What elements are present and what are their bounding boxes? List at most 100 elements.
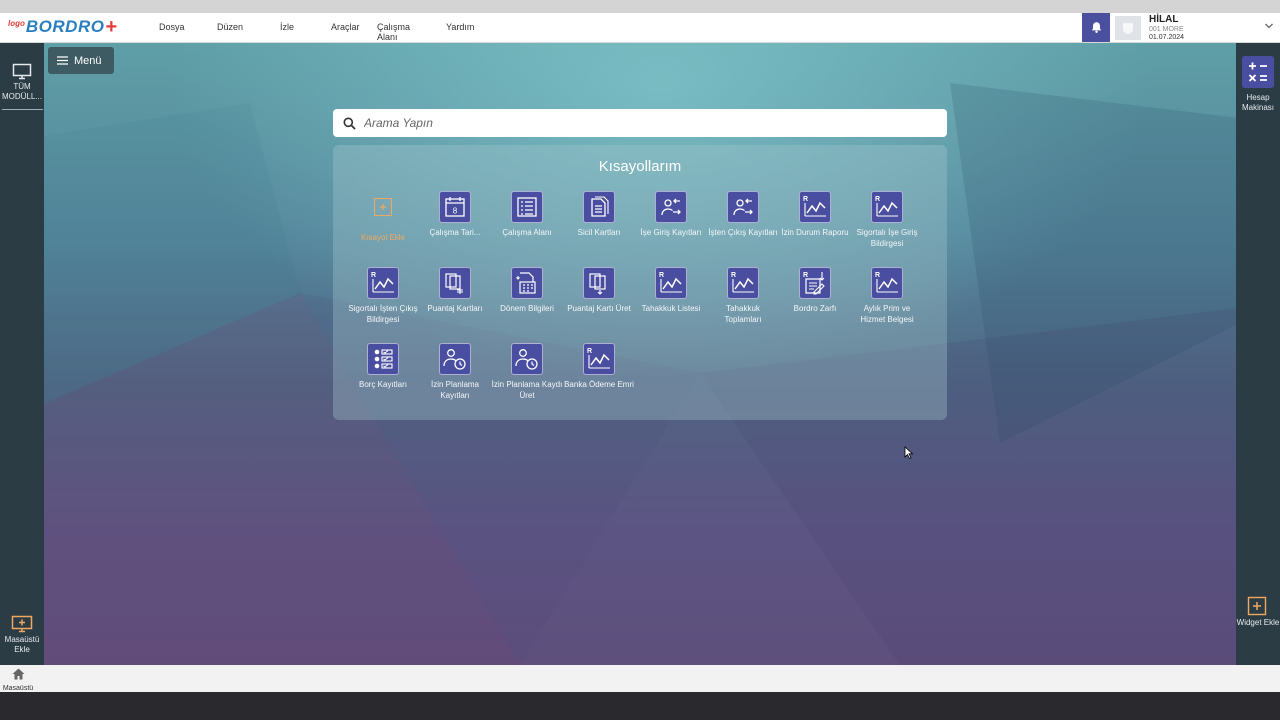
shortcut-bordro-zarfi[interactable]: R Bordro Zarfı <box>779 267 851 314</box>
report-icon: R <box>367 267 399 299</box>
shortcut-donem-bilgileri[interactable]: Dönem Bilgileri <box>491 267 563 314</box>
shortcut-tahakkuk-toplamlari[interactable]: R Tahakkuk Toplamları <box>707 267 779 325</box>
shortcut-label: Puantaj Kartları <box>427 304 483 313</box>
shortcut-label: Çalışma Tari... <box>429 228 481 237</box>
cards-generate-icon <box>583 267 615 299</box>
svg-text:R: R <box>803 272 808 279</box>
shortcut-label: Tahakkuk Toplamları <box>724 304 762 324</box>
calendar-icon: 8 <box>439 191 471 223</box>
person-in-icon <box>655 191 687 223</box>
user-name: HİLAL <box>1149 14 1179 25</box>
shortcut-sigortali-isten-cikis[interactable]: R Sigortalı İşten Çıkış Bildirgesi <box>347 267 419 325</box>
shortcut-izin-durum-raporu[interactable]: R İzin Durum Raporu <box>779 191 851 238</box>
hamburger-icon <box>57 56 68 65</box>
shortcut-label: Çalışma Alanı <box>502 228 552 237</box>
menu-item-izle[interactable]: İzle <box>280 22 294 32</box>
shortcut-puantaj-kartlari[interactable]: Puantaj Kartları <box>419 267 491 314</box>
svg-text:8: 8 <box>453 207 458 216</box>
menu-item-dosya[interactable]: Dosya <box>159 22 185 32</box>
desktop-home-label: Masaüstü <box>2 685 34 692</box>
shortcut-label: Tahakkuk Listesi <box>641 304 701 313</box>
menu-item-yardim[interactable]: Yardım <box>446 22 474 32</box>
search-input[interactable] <box>364 116 924 130</box>
shortcut-sicil-kartlari[interactable]: Sicil Kartları <box>563 191 635 238</box>
search-icon <box>343 117 356 130</box>
shortcuts-panel: Kısayollarım Kısayol Ekle 8 Çalışma Tari… <box>333 145 947 420</box>
shortcut-izin-planlama-kayitlari[interactable]: İzin Planlama Kayıtları <box>419 343 491 401</box>
checklist-icon <box>367 343 399 375</box>
shortcut-label: Aylık Prim ve Hizmet Belgesi <box>860 304 914 324</box>
report-icon: R <box>871 267 903 299</box>
avatar-icon <box>1123 23 1133 34</box>
shortcut-label: İzin Planlama Kayıtları <box>430 380 480 400</box>
shortcut-aylik-prim-hizmet[interactable]: R Aylık Prim ve Hizmet Belgesi <box>851 267 923 325</box>
bottom-taskbar: Masaüstü <box>0 665 1280 692</box>
shortcut-label: Sigortalı İşten Çıkış Bildirgesi <box>348 304 418 324</box>
report-icon: R <box>871 191 903 223</box>
shortcut-label: İzin Durum Raporu <box>781 228 849 237</box>
report-icon: R <box>583 343 615 375</box>
add-shortcut-label: Kısayol Ekle <box>360 233 406 242</box>
add-shortcut-icon <box>367 191 399 223</box>
menu-item-calisma-alani[interactable]: Çalışma Alanı <box>377 22 410 42</box>
report-icon: R <box>727 267 759 299</box>
shortcut-label: Sicil Kartları <box>577 228 621 237</box>
left-sidebar: TÜM MODÜLL... Masaüstü Ekle <box>0 43 44 665</box>
shortcut-calisma-takvimi[interactable]: 8 Çalışma Tari... <box>419 191 491 238</box>
shortcut-sigortali-ise-giris[interactable]: R Sigortalı İşe Giriş Bildirgesi <box>851 191 923 249</box>
menu-item-duzen[interactable]: Düzen <box>217 22 243 32</box>
report-icon: R <box>655 267 687 299</box>
add-shortcut-button[interactable]: Kısayol Ekle <box>347 191 419 243</box>
chevron-down-icon[interactable] <box>1264 21 1274 31</box>
shortcut-label: Banka Ödeme Emri <box>564 380 634 389</box>
notifications-button[interactable] <box>1082 13 1110 42</box>
svg-text:R: R <box>803 196 808 203</box>
window-top-strip <box>0 0 1280 13</box>
shortcut-borc-kayitlari[interactable]: Borç Kayıtları <box>347 343 419 390</box>
os-bottom-strip <box>0 692 1280 720</box>
shortcuts-title: Kısayollarım <box>598 158 682 175</box>
desktop-home-button[interactable]: Masaüstü <box>0 667 36 692</box>
period-icon <box>511 267 543 299</box>
logo-small-text: logo <box>8 19 25 28</box>
user-company: 001 MORE <box>1149 26 1184 33</box>
calculator-icon <box>1248 62 1267 82</box>
shortcut-tahakkuk-listesi[interactable]: R Tahakkuk Listesi <box>635 267 707 314</box>
leave-plan-icon <box>439 343 471 375</box>
shortcut-label: Dönem Bilgileri <box>500 304 554 313</box>
user-avatar[interactable] <box>1115 16 1141 40</box>
shortcut-label: Sigortalı İşe Giriş Bildirgesi <box>856 228 918 248</box>
shortcut-label: Puantaj Kartı Üret <box>567 304 631 313</box>
home-icon <box>12 668 24 680</box>
shortcut-ise-giris-kayitlari[interactable]: İşe Giriş Kayıtları <box>635 191 707 238</box>
add-desktop-label[interactable]: Masaüstü Ekle <box>0 635 44 655</box>
add-desktop-icon <box>11 615 33 633</box>
svg-text:R: R <box>731 272 736 279</box>
list-icon <box>511 191 543 223</box>
mouse-cursor-icon <box>904 446 914 460</box>
calculator-label[interactable]: Hesap Makinası <box>1236 93 1280 113</box>
shortcut-banka-odeme-emri[interactable]: R Banka Ödeme Emri <box>563 343 635 390</box>
shortcut-label: Bordro Zarfı <box>793 304 837 313</box>
envelope-icon: R <box>799 267 831 299</box>
shortcut-calisma-alani[interactable]: Çalışma Alanı <box>491 191 563 238</box>
svg-text:R: R <box>371 272 376 279</box>
menu-button-label: Menü <box>74 54 102 67</box>
svg-text:R: R <box>659 272 664 279</box>
document-icon <box>583 191 615 223</box>
svg-text:R: R <box>875 196 880 203</box>
app-logo[interactable]: logo BORDRO + <box>8 17 117 39</box>
all-modules-label[interactable]: TÜM MODÜLL... <box>0 82 44 102</box>
shortcut-isten-cikis-kayitlari[interactable]: İşten Çıkış Kayıtları <box>707 191 779 238</box>
shortcut-puantaj-karti-uret[interactable]: Puantaj Kartı Üret <box>563 267 635 314</box>
logo-plus-text: + <box>105 16 118 38</box>
user-date: 01.07.2024 <box>1149 34 1185 41</box>
shortcut-izin-planlama-kaydi-uret[interactable]: İzin Planlama Kaydı Üret <box>491 343 563 401</box>
menu-item-araclar[interactable]: Araçlar <box>331 22 360 32</box>
add-widget-label[interactable]: Widget Ekle <box>1236 618 1280 628</box>
shortcut-label: Borç Kayıtları <box>358 380 407 389</box>
calculator-button[interactable] <box>1242 56 1274 88</box>
menu-button[interactable]: Menü <box>48 47 114 74</box>
search-box[interactable] <box>333 109 947 137</box>
add-widget-icon <box>1247 596 1267 616</box>
